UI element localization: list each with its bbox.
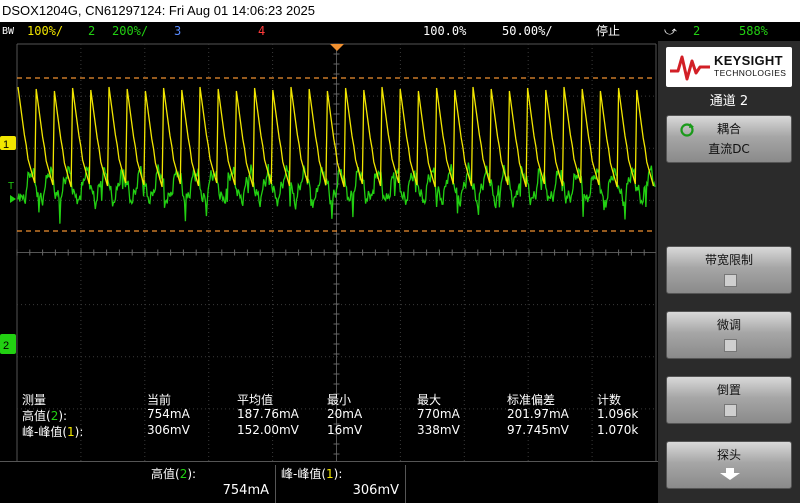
trigger-channel: 2 bbox=[693, 24, 701, 38]
bw-limit-checkbox[interactable] bbox=[724, 274, 737, 287]
trigger-level-marker: T bbox=[8, 181, 16, 203]
meas-current: 754mA bbox=[147, 407, 190, 421]
ch2-number[interactable]: 2 bbox=[88, 22, 95, 41]
meas-header-max: 最大 bbox=[417, 393, 442, 407]
meas-min: 20mA bbox=[327, 407, 363, 421]
meas-header-std: 标准偏差 bbox=[507, 393, 556, 407]
meas-row-name: 高值(2): bbox=[22, 409, 68, 423]
probe-button[interactable]: 探头 bbox=[666, 441, 792, 489]
ch1-marker-label: 1 bbox=[3, 139, 9, 151]
footer-label: 高值(2): bbox=[151, 467, 197, 481]
meas-count: 1.096k bbox=[597, 407, 639, 421]
run-state: 停止 bbox=[596, 24, 621, 38]
meas-header-mean: 平均值 bbox=[237, 393, 274, 407]
ch1-ground-marker: 1 bbox=[0, 136, 16, 151]
invert-label: 倒置 bbox=[716, 383, 741, 397]
invert-checkbox[interactable] bbox=[724, 404, 737, 417]
meas-header-count: 计数 bbox=[597, 393, 622, 407]
measurement-footer: 高值(2): 754mA 峰-峰值(1): 306mV bbox=[0, 461, 658, 503]
ch2-scale[interactable]: 200%/ bbox=[112, 22, 148, 41]
meas-current: 306mV bbox=[147, 423, 190, 437]
arrow-down-icon bbox=[720, 468, 740, 480]
footer-cell-high[interactable]: 高值(2): 754mA bbox=[145, 465, 276, 503]
meas-std: 201.97mA bbox=[507, 407, 569, 421]
footer-value: 754mA bbox=[222, 483, 269, 498]
softkey-panel: KEYSIGHT TECHNOLOGIES 通道 2 耦合 直流DC 带宽限制 … bbox=[658, 41, 800, 503]
fine-label: 微调 bbox=[716, 318, 741, 332]
invert-button[interactable]: 倒置 bbox=[666, 376, 792, 424]
meas-header-current: 当前 bbox=[147, 393, 172, 407]
trigger-marker-label: T bbox=[8, 181, 14, 192]
meas-count: 1.070k bbox=[597, 423, 639, 437]
delay-value[interactable]: 50.00%/ bbox=[502, 22, 553, 41]
time-scale[interactable]: 100.0% bbox=[423, 22, 466, 41]
ch1-scale[interactable]: 100%/ bbox=[27, 22, 63, 41]
scope-status-bar: BW 100%/ 2 200%/ 3 4 100.0% 50.00%/ 停止 ⤻… bbox=[0, 22, 800, 41]
menu-title: 通道 2 bbox=[709, 94, 749, 109]
meas-min: 16mV bbox=[327, 423, 363, 437]
meas-header-name: 测量 bbox=[22, 393, 47, 407]
probe-label: 探头 bbox=[716, 448, 741, 462]
bw-indicator: BW bbox=[2, 26, 15, 37]
meas-header-min: 最小 bbox=[327, 393, 352, 407]
meas-mean: 187.76mA bbox=[237, 407, 299, 421]
ch3-number[interactable]: 3 bbox=[174, 22, 181, 41]
logo-sub: TECHNOLOGIES bbox=[714, 68, 787, 78]
waveform-display[interactable]: 1 T 2 测量 当前 平均值 最小 最大 标准偏差 计数 高值(2): 754… bbox=[0, 41, 658, 503]
window-title: DSOX1204G, CN61297124: Fri Aug 01 14:06:… bbox=[0, 0, 800, 22]
footer-label: 峰-峰值(1): bbox=[281, 467, 343, 481]
meas-max: 338mV bbox=[417, 423, 460, 437]
meas-max: 770mA bbox=[417, 407, 460, 421]
coupling-value: 直流DC bbox=[708, 142, 750, 156]
trigger-edge-icon: ⤻ bbox=[664, 24, 677, 38]
ch4-number[interactable]: 4 bbox=[258, 22, 265, 41]
ch2-marker-label: 2 bbox=[3, 340, 9, 352]
logo-brand: KEYSIGHT bbox=[714, 53, 783, 68]
trigger-position-marker bbox=[330, 44, 344, 51]
coupling-button[interactable]: 耦合 直流DC bbox=[666, 115, 792, 163]
bw-limit-label: 带宽限制 bbox=[704, 253, 753, 267]
ch2-ground-marker: 2 bbox=[0, 334, 16, 354]
meas-std: 97.745mV bbox=[507, 423, 569, 437]
fine-button[interactable]: 微调 bbox=[666, 311, 792, 359]
footer-cell-pkpk[interactable]: 峰-峰值(1): 306mV bbox=[275, 465, 406, 503]
ch1-waveform bbox=[17, 86, 655, 188]
footer-value: 306mV bbox=[352, 483, 399, 498]
trigger-level: 588% bbox=[739, 24, 768, 38]
bw-limit-button[interactable]: 带宽限制 bbox=[666, 246, 792, 294]
keysight-wave-icon bbox=[670, 55, 710, 81]
keysight-logo: KEYSIGHT TECHNOLOGIES bbox=[666, 47, 792, 87]
meas-row-name: 峰-峰值(1): bbox=[22, 425, 84, 439]
coupling-label: 耦合 bbox=[716, 122, 741, 136]
fine-checkbox[interactable] bbox=[724, 339, 737, 352]
meas-mean: 152.00mV bbox=[237, 423, 299, 437]
